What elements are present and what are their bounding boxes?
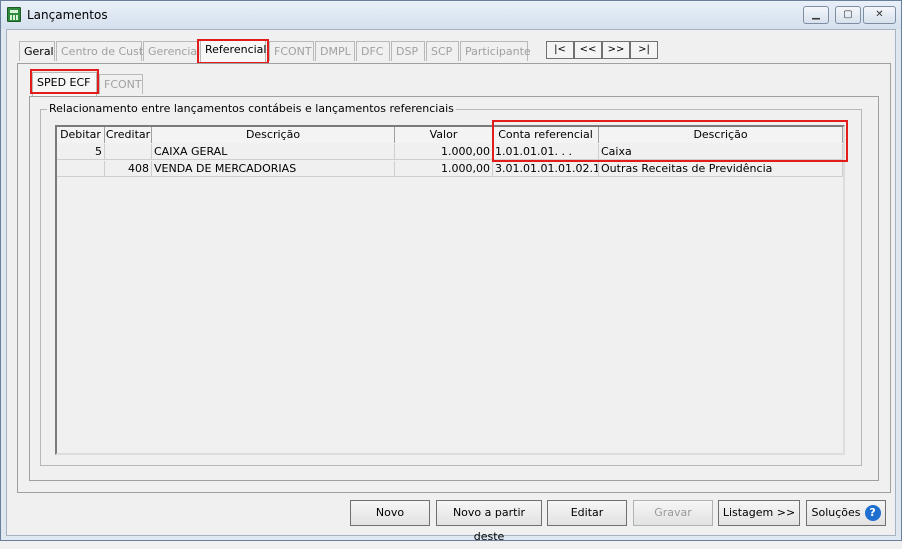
- tab-dmpl[interactable]: DMPL: [315, 41, 355, 61]
- highlight-referencial-columns: [492, 120, 848, 162]
- highlight-sped-ecf-tab: [30, 69, 99, 94]
- novo-a-partir-deste-button[interactable]: Novo a partir deste: [436, 500, 542, 543]
- maximize-button[interactable]: ▢: [835, 6, 861, 24]
- relacionamento-group: Relacionamento entre lançamentos contábe…: [40, 102, 862, 466]
- header-valor[interactable]: Valor: [395, 127, 493, 143]
- close-button[interactable]: ✕: [863, 6, 896, 24]
- lancamentos-grid[interactable]: Debitar Creditar Descrição Valor Conta r…: [55, 120, 848, 455]
- title-bar: Lançamentos ▁ ▢ ✕: [1, 1, 901, 29]
- cell-creditar: [105, 144, 152, 160]
- cell-debitar: [57, 161, 105, 177]
- cell-valor: 1.000,00: [395, 161, 493, 177]
- tab-scp[interactable]: SCP: [426, 41, 459, 61]
- highlight-referencial-tab: [197, 39, 269, 64]
- nav-prev-button[interactable]: <<: [574, 41, 602, 59]
- tab-centro-de-custo[interactable]: Centro de Custo: [56, 41, 150, 61]
- tab-dsp[interactable]: DSP: [391, 41, 425, 61]
- cell-creditar: 408: [105, 161, 152, 177]
- calculator-icon: [7, 7, 21, 22]
- cell-descricao: VENDA DE MERCADORIAS: [152, 161, 395, 177]
- tab-fcont[interactable]: FCONT: [269, 41, 314, 61]
- sped-ecf-panel: Relacionamento entre lançamentos contábe…: [29, 96, 879, 481]
- nav-first-button[interactable]: |<: [546, 41, 574, 59]
- group-legend: Relacionamento entre lançamentos contábe…: [47, 102, 456, 115]
- tab-dfc[interactable]: DFC: [356, 41, 390, 61]
- listagem-button[interactable]: Listagem >>: [718, 500, 800, 526]
- minimize-button[interactable]: ▁: [803, 6, 829, 24]
- cell-descricao-ref: Outras Receitas de Previdência: [599, 161, 843, 177]
- gravar-button[interactable]: Gravar: [633, 500, 713, 526]
- tab-geral[interactable]: Geral: [19, 41, 55, 61]
- header-debitar[interactable]: Debitar: [57, 127, 105, 143]
- cell-valor: 1.000,00: [395, 144, 493, 160]
- client-area: Geral Centro de Custo Gerencial Referenc…: [6, 29, 896, 543]
- window-title: Lançamentos: [27, 8, 108, 22]
- tab-participante[interactable]: Participante: [460, 41, 531, 61]
- tab-gerencial[interactable]: Gerencial: [143, 41, 200, 61]
- referencial-panel: SPED ECF FCONT Relacionamento entre lanç…: [17, 63, 891, 493]
- help-icon: ?: [864, 505, 881, 521]
- solucoes-label: Soluções: [811, 506, 861, 519]
- editar-button[interactable]: Editar: [547, 500, 627, 526]
- nav-last-button[interactable]: >|: [630, 41, 658, 59]
- cell-descricao: CAIXA GERAL: [152, 144, 395, 160]
- solucoes-button[interactable]: Soluções?: [806, 500, 886, 526]
- header-descricao[interactable]: Descrição: [152, 127, 395, 143]
- novo-button[interactable]: Novo: [350, 500, 430, 526]
- main-window: Lançamentos ▁ ▢ ✕ Geral Centro de Custo …: [0, 0, 902, 543]
- subtab-fcont[interactable]: FCONT: [99, 74, 143, 94]
- header-creditar[interactable]: Creditar: [105, 127, 152, 143]
- nav-next-button[interactable]: >>: [602, 41, 630, 59]
- cell-conta-referencial: 3.01.01.01.01.02.19: [495, 161, 599, 177]
- table-row[interactable]: 408 VENDA DE MERCADORIAS 1.000,00 3.01.0…: [57, 161, 843, 177]
- cell-debitar: 5: [57, 144, 105, 160]
